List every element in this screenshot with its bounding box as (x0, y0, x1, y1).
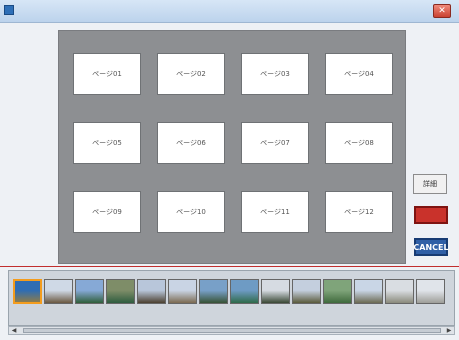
page-slot-07[interactable]: ページ07 (241, 122, 309, 164)
thumbnail-header (167, 274, 198, 278)
thumbnail-item[interactable] (198, 274, 229, 322)
title-bar[interactable]: ✕ (0, 0, 459, 23)
thumbnail-header (322, 274, 353, 278)
thumbnail-header (12, 274, 43, 278)
thumbnail-item[interactable] (353, 274, 384, 322)
page-slot-01[interactable]: ページ01 (73, 53, 141, 95)
page-slot-06[interactable]: ページ06 (157, 122, 225, 164)
thumbnail-caption (261, 307, 290, 313)
thumbnail-header (415, 274, 446, 278)
thumbnail-item[interactable] (229, 274, 260, 322)
thumbnail-item[interactable] (12, 274, 43, 322)
page-slot-02[interactable]: ページ02 (157, 53, 225, 95)
detail-button[interactable]: 詳細 (413, 174, 447, 194)
thumbnail-caption (13, 307, 42, 313)
thumbnail-item[interactable] (105, 274, 136, 322)
thumbnail-caption (106, 307, 135, 313)
scroll-left-icon[interactable]: ◀ (9, 327, 19, 334)
page-slot-03[interactable]: ページ03 (241, 53, 309, 95)
photo-thumbnail-icon (168, 279, 197, 304)
thumbnail-header (74, 274, 105, 278)
separator-line (0, 266, 459, 267)
ok-button[interactable] (414, 206, 448, 224)
photo-thumbnail-icon (199, 279, 228, 304)
app-icon (4, 5, 14, 15)
close-icon: ✕ (438, 6, 446, 16)
page-slot-11[interactable]: ページ11 (241, 191, 309, 233)
photo-thumbnail-icon (106, 279, 135, 304)
thumbnail-item[interactable] (74, 274, 105, 322)
page-slot-12[interactable]: ページ12 (325, 191, 393, 233)
thumbnail-caption (323, 307, 352, 313)
thumbnail-caption (230, 307, 259, 313)
thumbnail-strip (8, 270, 455, 326)
thumbnail-caption (75, 307, 104, 313)
thumbnail-header (198, 274, 229, 278)
thumbnail-header (291, 274, 322, 278)
thumbnail-caption (137, 307, 166, 313)
thumbnail-header (353, 274, 384, 278)
photo-thumbnail-icon (230, 279, 259, 304)
page-grid-panel: ページ01 ページ02 ページ03 ページ04 ページ05 ページ06 ページ0… (58, 30, 406, 264)
thumbnail-header (384, 274, 415, 278)
thumbnail-item[interactable] (384, 274, 415, 322)
photo-thumbnail-icon (13, 279, 42, 304)
photo-thumbnail-icon (323, 279, 352, 304)
photo-thumbnail-icon (44, 279, 73, 304)
page-slot-09[interactable]: ページ09 (73, 191, 141, 233)
thumbnail-item[interactable] (260, 274, 291, 322)
thumbnail-item[interactable] (43, 274, 74, 322)
thumbnail-caption (385, 307, 414, 313)
scroll-right-icon[interactable]: ▶ (444, 327, 454, 334)
page-slot-08[interactable]: ページ08 (325, 122, 393, 164)
thumbnail-item[interactable] (415, 274, 446, 322)
photo-thumbnail-icon (385, 279, 414, 304)
thumbnail-item[interactable] (291, 274, 322, 322)
page-slot-10[interactable]: ページ10 (157, 191, 225, 233)
thumbnail-caption (168, 307, 197, 313)
photo-thumbnail-icon (75, 279, 104, 304)
photo-thumbnail-icon (354, 279, 383, 304)
thumbnail-item[interactable] (322, 274, 353, 322)
scroll-thumb[interactable] (23, 328, 441, 333)
thumbnail-caption (292, 307, 321, 313)
photo-thumbnail-icon (137, 279, 166, 304)
cancel-button[interactable]: CANCEL (413, 238, 449, 256)
thumbnail-item[interactable] (167, 274, 198, 322)
page-slot-04[interactable]: ページ04 (325, 53, 393, 95)
thumbnail-header (43, 274, 74, 278)
thumbnail-item[interactable] (136, 274, 167, 322)
thumbnail-header (136, 274, 167, 278)
thumbnail-caption (416, 307, 445, 313)
thumbnail-caption (354, 307, 383, 313)
horizontal-scrollbar[interactable]: ◀ ▶ (8, 326, 455, 335)
photo-thumbnail-icon (292, 279, 321, 304)
thumbnail-header (260, 274, 291, 278)
thumbnail-caption (44, 307, 73, 313)
thumbnail-header (229, 274, 260, 278)
thumbnail-header (105, 274, 136, 278)
page-slot-05[interactable]: ページ05 (73, 122, 141, 164)
close-button[interactable]: ✕ (433, 4, 451, 18)
thumbnail-caption (199, 307, 228, 313)
dialog-window: ✕ ページ01 ページ02 ページ03 ページ04 ページ05 ページ06 ペー… (0, 0, 459, 340)
photo-thumbnail-icon (261, 279, 290, 304)
photo-thumbnail-icon (416, 279, 445, 304)
